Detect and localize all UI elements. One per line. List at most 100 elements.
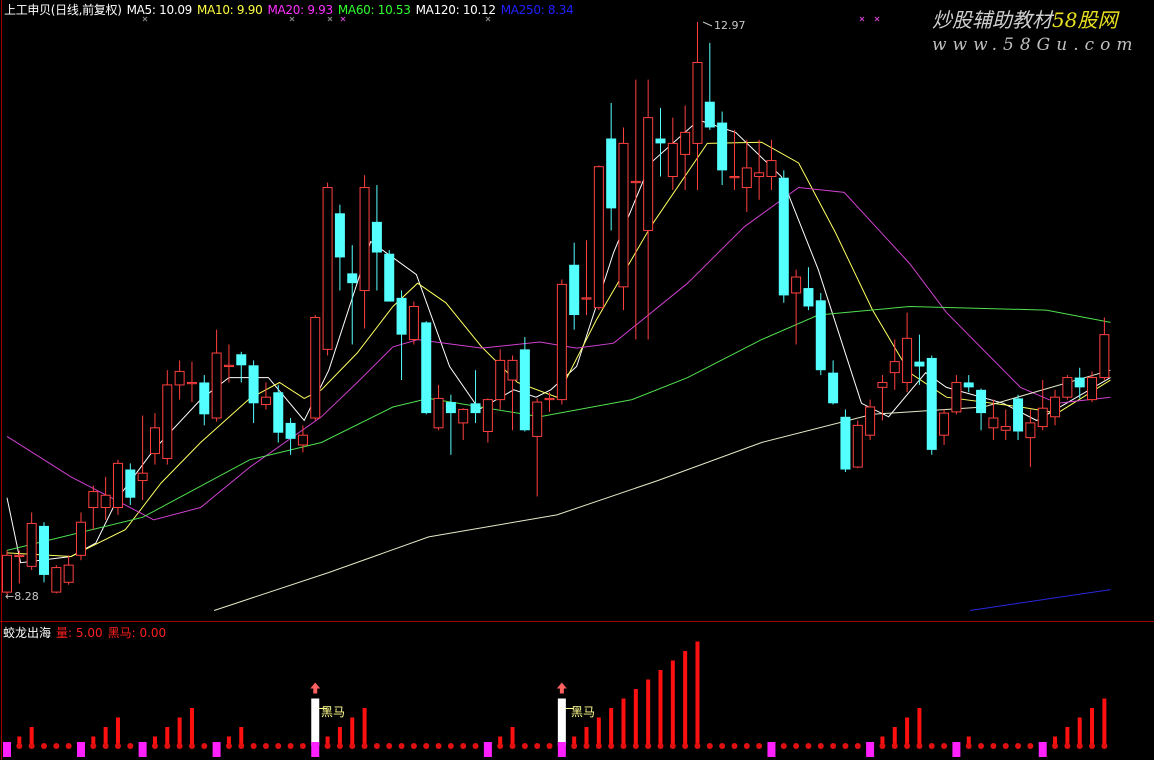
candle: [186, 361, 197, 403]
indicator-dot: [793, 743, 800, 749]
candle-body-down: [828, 372, 839, 404]
candle: [162, 370, 173, 465]
candle-body-up: [729, 176, 740, 179]
candle-body-up: [2, 554, 12, 593]
candle-body-down: [285, 422, 296, 439]
candle-body-up: [1062, 377, 1073, 398]
indicator-dot: [250, 743, 257, 749]
candle: [322, 182, 333, 356]
candle-body-up: [791, 276, 802, 294]
indicator-dot: [780, 743, 787, 749]
candle-body-up: [26, 522, 37, 567]
indicator-dot: [127, 743, 134, 749]
candle-body-up: [297, 434, 308, 446]
indicator-marker: [212, 742, 221, 757]
indicator-dot: [891, 743, 898, 749]
indicator-dot: [114, 743, 121, 749]
indicator-dot: [546, 743, 553, 749]
candle: [26, 512, 37, 571]
event-marker-icon: [859, 16, 865, 22]
candle-body-up: [692, 61, 703, 144]
candle-body-down: [914, 361, 925, 367]
candle-body-up: [211, 352, 222, 419]
indicator-dot: [805, 743, 812, 749]
candle: [1050, 389, 1061, 426]
stock-chart-canvas[interactable]: [0, 0, 1154, 760]
ma-legend-item: MA20: 9.93: [267, 3, 333, 17]
candle: [384, 250, 395, 302]
candle: [976, 388, 987, 431]
candle: [507, 355, 518, 431]
candle-body-up: [100, 494, 111, 509]
indicator-dot: [299, 743, 306, 749]
indicator-dot: [65, 743, 72, 749]
candle-body-up: [63, 564, 74, 583]
indicator-dot: [435, 743, 442, 749]
candle-body-up: [223, 364, 234, 368]
indicator-dot: [238, 743, 245, 749]
candle: [569, 242, 580, 330]
watermark-brand: 58股网: [1052, 8, 1118, 32]
candle-body-down: [1013, 398, 1024, 432]
indicator-dot: [361, 743, 368, 749]
candle: [458, 408, 469, 441]
indicator-bar: [362, 708, 367, 746]
candle-body-down: [470, 403, 481, 414]
indicator-dot: [386, 743, 393, 749]
candle: [310, 315, 321, 421]
candle: [112, 459, 123, 515]
candle-body-up: [482, 399, 493, 432]
candle: [729, 129, 740, 190]
candle: [421, 321, 432, 415]
indicator-dot: [904, 743, 911, 749]
candle-body-down: [778, 177, 789, 296]
indicator-dot: [349, 743, 356, 749]
candle: [1025, 409, 1036, 468]
candle-body-down: [273, 392, 284, 433]
ma-legend: MA5: 10.09 MA10: 9.90 MA20: 9.93 MA60: 10.5…: [127, 3, 579, 17]
candle-body-up: [593, 166, 604, 309]
candle-body-up: [1099, 334, 1110, 379]
indicator-marker: [483, 742, 492, 757]
candle-body-up: [51, 567, 62, 593]
indicator-marker: [767, 742, 776, 757]
candle-body-down: [815, 300, 826, 371]
indicator-dot: [262, 743, 269, 749]
candle-body-up: [495, 359, 506, 401]
indicator-dot: [706, 743, 713, 749]
candle: [1013, 394, 1024, 441]
candle-body-up: [433, 397, 444, 429]
candle: [704, 42, 715, 130]
candle: [1099, 317, 1110, 381]
candle: [988, 399, 999, 441]
candle-body-up: [14, 554, 25, 558]
candle: [445, 394, 456, 455]
candle-body-up: [507, 359, 518, 381]
indicator-dot: [817, 743, 824, 749]
indicator-dot: [1076, 743, 1083, 749]
candle-body-down: [606, 138, 617, 209]
candle-body-up: [988, 417, 999, 429]
candle-body-up: [544, 397, 555, 401]
candle: [470, 370, 481, 423]
candle: [149, 413, 160, 465]
candle-body-up: [1050, 396, 1061, 418]
indicator-dot: [978, 743, 985, 749]
low-price-label: ←8.28: [5, 590, 39, 603]
indicator-dot: [40, 743, 47, 749]
candle-body-up: [581, 297, 592, 300]
candle: [902, 312, 913, 393]
candle: [840, 409, 851, 472]
candle-body-up: [310, 316, 321, 419]
candle: [495, 349, 506, 410]
indicator-dot: [583, 743, 590, 749]
indicator-bar: [621, 698, 626, 746]
candle: [556, 279, 567, 405]
candle-body-up: [939, 412, 950, 436]
indicator-dot: [965, 743, 972, 749]
indicator-dot: [497, 743, 504, 749]
candle: [199, 375, 210, 426]
high-price-label: 12.97: [714, 19, 746, 32]
indicator-dot: [90, 743, 97, 749]
indicator-dot: [879, 743, 886, 749]
